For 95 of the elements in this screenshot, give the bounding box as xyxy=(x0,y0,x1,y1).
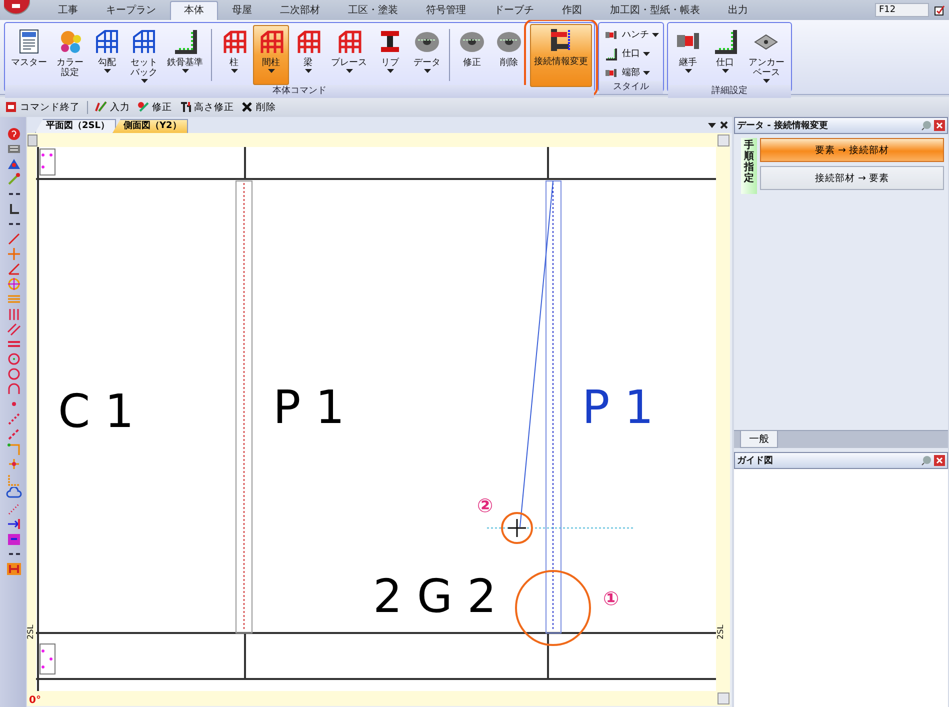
pencil-icon xyxy=(95,101,107,113)
ribbon-button[interactable]: 継手 xyxy=(670,25,706,85)
ribbon-button[interactable]: 鉄骨基準 xyxy=(163,25,207,85)
pin-icon xyxy=(921,120,932,131)
frame-icon xyxy=(6,562,22,576)
ribbon-tab[interactable]: 加工図・型紙・帳表 xyxy=(596,1,714,20)
edit-icon xyxy=(934,4,945,16)
dropdown-icon xyxy=(708,121,716,129)
crosshair-cursor xyxy=(507,518,527,538)
dropper-icon xyxy=(6,172,22,186)
help-icon xyxy=(6,127,22,141)
ribbon-button[interactable]: セットバック xyxy=(126,25,162,85)
close-icon xyxy=(934,120,945,131)
close-icon xyxy=(934,455,945,466)
ribbon-tab[interactable]: 工事 xyxy=(44,1,92,20)
ribbon-button[interactable]: 間柱 xyxy=(253,25,289,85)
ribbon-tab[interactable]: 作図 xyxy=(548,1,596,20)
ribbon-button[interactable]: 削除 xyxy=(491,25,527,85)
panel-tab[interactable]: 一般 xyxy=(740,430,778,448)
close-icon xyxy=(241,101,253,113)
step-label: 手順指定 xyxy=(741,138,757,194)
step-marker: ① xyxy=(602,588,620,610)
level-label: 2SL xyxy=(716,624,725,640)
ribbon-button[interactable]: 勾配 xyxy=(89,25,125,85)
mode-button[interactable]: 要素 → 接続部材 xyxy=(760,138,944,162)
triangle-icon xyxy=(6,157,22,171)
ribbon-button[interactable]: 柱 xyxy=(216,25,252,85)
ribbon-tab[interactable]: 本体 xyxy=(170,1,218,20)
ribbon-tab[interactable]: 母屋 xyxy=(218,1,266,20)
command-button[interactable]: コマンド終了 xyxy=(5,100,80,114)
panel-title: ガイド図 xyxy=(737,454,774,467)
style-button[interactable]: 仕口 xyxy=(601,45,661,62)
ribbon-tab[interactable]: 二次部材 xyxy=(266,1,334,20)
line-icon xyxy=(6,262,22,276)
corner-icon xyxy=(603,46,619,60)
height-icon xyxy=(179,101,191,113)
stop-icon xyxy=(5,101,17,113)
command-button[interactable]: 高さ修正 xyxy=(179,100,234,114)
ribbon-button[interactable]: リブ xyxy=(372,25,408,85)
group-label: 詳細設定 xyxy=(668,85,791,98)
ribbon-button[interactable]: 接続情報変更 xyxy=(530,24,592,87)
ribbon-tab[interactable]: 出力 xyxy=(714,1,762,20)
member-label: P 1 xyxy=(273,380,345,434)
group-label: 本体コマンド xyxy=(5,85,594,98)
step-marker: ② xyxy=(476,495,494,517)
document-tab[interactable]: 平面図（2SL） xyxy=(35,119,116,133)
mode-button[interactable]: 接続部材 → 要素 xyxy=(760,166,944,190)
ribbon-tab[interactable]: ドーブチ xyxy=(480,1,548,20)
frame-icon xyxy=(93,27,121,55)
style-button[interactable]: 端部 xyxy=(601,64,661,81)
corner-icon xyxy=(6,442,22,456)
command-button[interactable]: 入力 xyxy=(95,100,130,114)
level-label: 2SL xyxy=(27,624,35,640)
cloud-icon xyxy=(6,487,22,501)
corner-square xyxy=(28,134,38,146)
command-button[interactable]: 修正 xyxy=(137,100,172,114)
crosshair-icon xyxy=(6,457,22,471)
command-button[interactable]: 削除 xyxy=(241,100,276,114)
close-icon xyxy=(720,121,728,129)
highlight-circle xyxy=(501,512,533,544)
bars-icon xyxy=(6,532,22,546)
cross-icon xyxy=(6,247,22,261)
dotted-line-icon xyxy=(6,412,22,426)
arrow-icon xyxy=(6,517,22,531)
ribbon-button[interactable]: 仕口 xyxy=(707,25,743,85)
circle-icon xyxy=(6,352,22,366)
frame-icon xyxy=(130,27,158,55)
pencil-icon xyxy=(137,101,149,113)
member-label: P 1 xyxy=(582,380,654,434)
target-icon xyxy=(6,277,22,291)
panel-title: データ - 接続情報変更 xyxy=(737,119,830,132)
member-label: 2 G 2 xyxy=(373,569,496,623)
ribbon-button[interactable]: ブレース xyxy=(327,25,371,85)
circle-icon xyxy=(6,367,22,381)
pin-icon xyxy=(921,455,932,466)
joint-symbol xyxy=(40,644,56,674)
ribbon-button[interactable]: アンカーベース xyxy=(744,25,789,85)
angle-label: 0° xyxy=(29,695,41,706)
ribbon-button[interactable]: 修正 xyxy=(454,25,490,85)
scale-icon xyxy=(6,142,22,156)
member-label: C 1 xyxy=(58,384,134,438)
ribbon-button[interactable]: マスター xyxy=(7,25,51,85)
ribbon-button[interactable]: 梁 xyxy=(290,25,326,85)
ribbon-button[interactable]: カラー設定 xyxy=(52,25,88,85)
ribbon-tab[interactable]: 符号管理 xyxy=(412,1,480,20)
style-button[interactable]: ハンチ xyxy=(601,26,661,43)
group-label: スタイル xyxy=(599,81,663,94)
corner-icon xyxy=(6,472,22,486)
document-tab[interactable]: 側面図（Y2） xyxy=(112,119,188,133)
line-icon xyxy=(6,232,22,246)
ribbon-tab[interactable]: 工区・塗装 xyxy=(334,1,412,20)
ribbon-tab[interactable]: キープラン xyxy=(92,1,170,20)
diagonal-lines-icon xyxy=(6,322,22,336)
ribbon-button[interactable]: データ xyxy=(409,25,445,85)
shortcut-field[interactable]: F12 xyxy=(875,3,929,17)
